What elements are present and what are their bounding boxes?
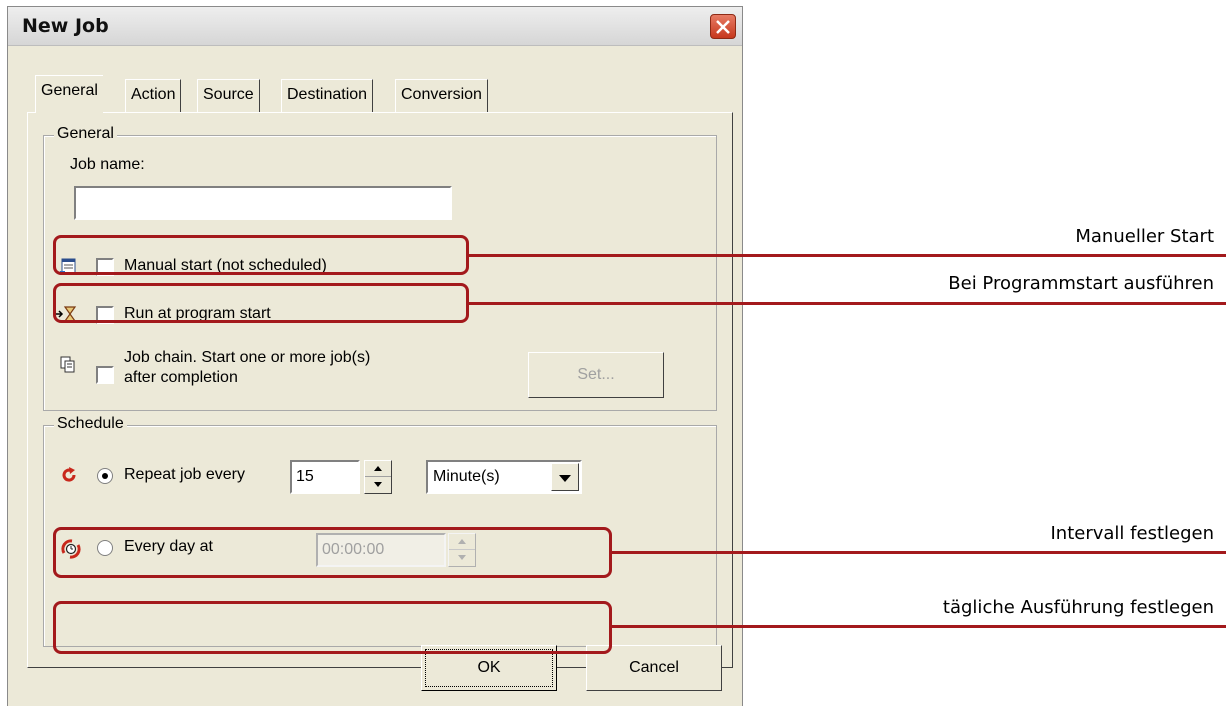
- spin-down-button[interactable]: [365, 477, 391, 493]
- tab-general[interactable]: General: [35, 75, 103, 113]
- title-bar[interactable]: New Job: [8, 7, 742, 46]
- repeat-radio[interactable]: [97, 468, 113, 484]
- job-chain-icon: [60, 356, 75, 373]
- manual-start-callout-line: [469, 254, 1226, 257]
- program-start-highlight: [53, 283, 469, 323]
- program-start-annotation: Bei Programmstart ausführen: [948, 273, 1214, 294]
- daily-highlight: [53, 601, 612, 654]
- close-button[interactable]: [710, 14, 736, 39]
- interval-annotation: Intervall festlegen: [1050, 523, 1215, 544]
- dropdown-button[interactable]: [551, 463, 579, 491]
- arrow-up-icon: [374, 466, 382, 471]
- set-button[interactable]: Set...: [528, 352, 664, 398]
- repeat-interval-value: 15: [296, 468, 314, 485]
- job-chain-label-line1: Job chain. Start one or more job(s): [124, 349, 371, 366]
- interval-unit-value: Minute(s): [433, 468, 500, 485]
- schedule-group-label: Schedule: [54, 415, 127, 433]
- manual-start-annotation: Manueller Start: [1075, 226, 1214, 247]
- tab-action[interactable]: Action: [125, 79, 182, 112]
- manual-start-highlight: [53, 235, 469, 275]
- spin-up-button[interactable]: [365, 461, 391, 477]
- job-chain-label-line2: after completion: [124, 369, 238, 386]
- close-icon: [716, 20, 730, 34]
- tab-panel-general: General Job name: Manual start (not sche…: [27, 112, 733, 668]
- job-name-label: Job name:: [70, 156, 145, 173]
- chevron-down-icon: [559, 475, 571, 482]
- tab-conversion[interactable]: Conversion: [395, 79, 488, 112]
- program-start-callout-line: [469, 302, 1226, 305]
- general-group-label: General: [54, 125, 117, 143]
- repeat-interval-spinner[interactable]: [364, 460, 392, 494]
- interval-callout-line: [612, 551, 1226, 554]
- tab-source[interactable]: Source: [197, 79, 260, 112]
- interval-highlight: [53, 527, 612, 578]
- job-chain-checkbox[interactable]: [96, 366, 114, 384]
- dialog-title: New Job: [22, 15, 109, 37]
- repeat-interval-input[interactable]: 15: [290, 460, 360, 494]
- repeat-label: Repeat job every: [124, 466, 245, 483]
- refresh-icon: [62, 467, 76, 482]
- tab-destination[interactable]: Destination: [281, 79, 374, 112]
- daily-annotation: tägliche Ausführung festlegen: [942, 597, 1214, 618]
- daily-callout-line: [612, 625, 1226, 628]
- job-name-input[interactable]: [74, 186, 452, 220]
- arrow-down-icon: [374, 482, 382, 487]
- interval-unit-select[interactable]: Minute(s): [426, 460, 582, 494]
